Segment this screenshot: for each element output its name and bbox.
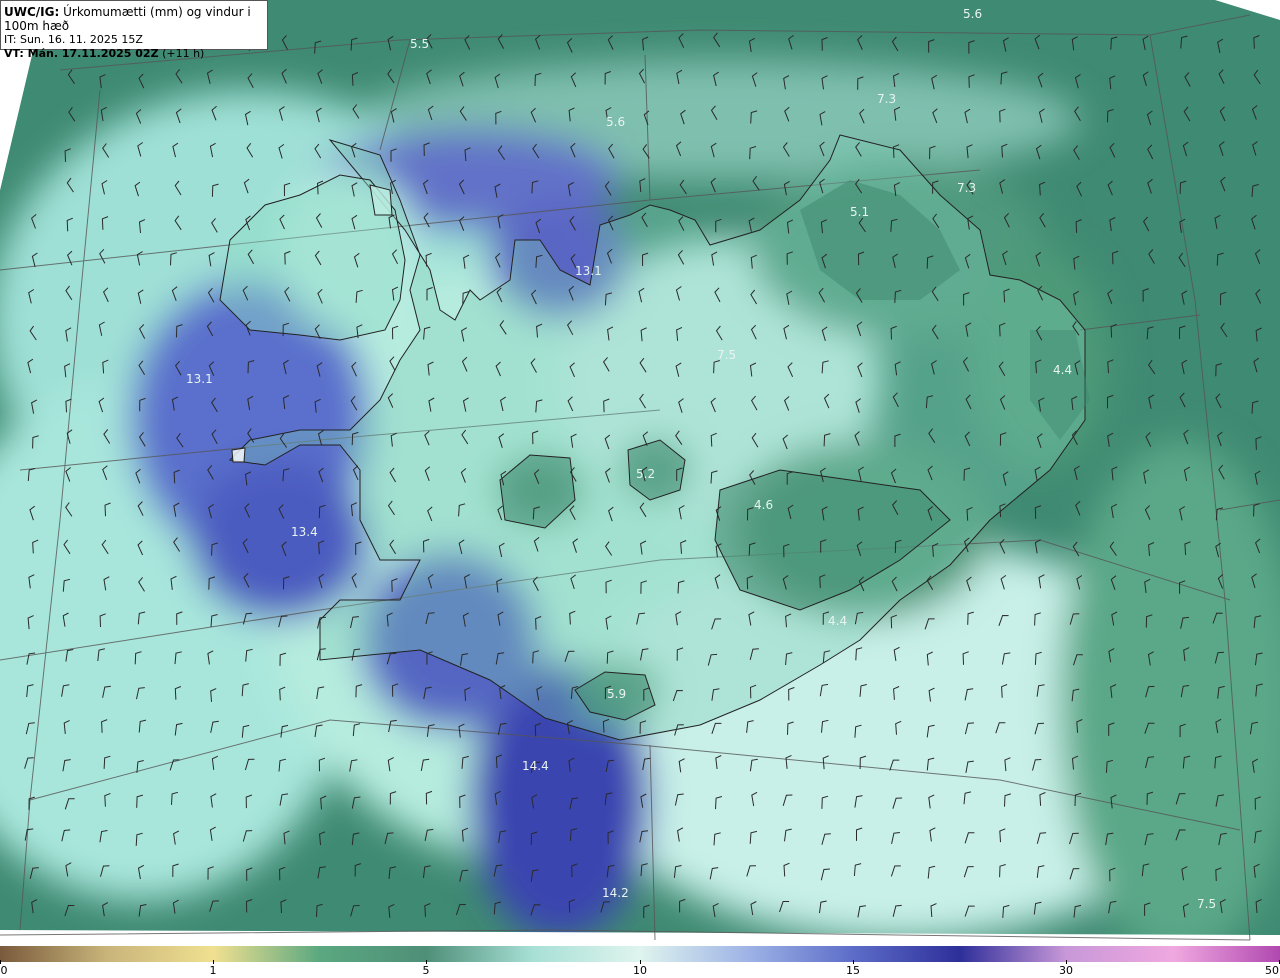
value-label: 14.2	[602, 886, 629, 900]
value-label: 7.5	[717, 348, 736, 362]
value-label: 5.2	[636, 467, 655, 481]
value-label: 13.4	[291, 525, 318, 539]
valid-time-line: VT: Mán. 17.11.2025 02Z (+11 h)	[4, 47, 263, 61]
value-label: 5.5	[410, 37, 429, 51]
colorbar-label: 15	[846, 964, 860, 977]
map-header: UWC/IG: Úrkomumætti (mm) og vindur i 100…	[0, 0, 268, 60]
value-label: 13.1	[575, 264, 602, 278]
colorbar-label: 5	[422, 964, 430, 977]
colorbar-label: 1	[209, 964, 217, 977]
value-label: 5.9	[607, 687, 626, 701]
valid-offset: (+11 h)	[162, 47, 205, 60]
map-panel[interactable]: 5.6 5.5 5.6 7.3 7.3 5.1 13.1 7.5 4.4 13.…	[0, 0, 1280, 946]
model-name: UWC/IG:	[4, 5, 60, 19]
valid-time: VT: Mán. 17.11.2025 02Z	[4, 47, 159, 60]
value-label: 7.5	[1197, 897, 1216, 911]
colorbar-label: 10	[633, 964, 647, 977]
colorbar-legend: 0 1 5 10 15 30 50	[0, 946, 1280, 978]
value-label: 4.6	[754, 498, 773, 512]
value-label: 4.4	[828, 614, 847, 628]
title-line: UWC/IG: Úrkomumætti (mm) og vindur i 100…	[4, 5, 263, 33]
colorbar-label: 50	[1265, 964, 1279, 977]
colorbar-label: 30	[1059, 964, 1073, 977]
value-label: 13.1	[186, 372, 213, 386]
colorbar-label: 0	[0, 964, 8, 977]
value-label: 5.6	[963, 7, 982, 21]
value-label: 7.3	[957, 181, 976, 195]
value-label: 4.4	[1053, 363, 1072, 377]
precipitation-map[interactable]: 5.6 5.5 5.6 7.3 7.3 5.1 13.1 7.5 4.4 13.…	[0, 0, 1280, 946]
value-label: 7.3	[877, 92, 896, 106]
value-label: 5.1	[850, 205, 869, 219]
value-label: 14.4	[522, 759, 549, 773]
value-label: 5.6	[606, 115, 625, 129]
init-time: IT: Sun. 16. 11. 2025 15Z	[4, 33, 143, 46]
